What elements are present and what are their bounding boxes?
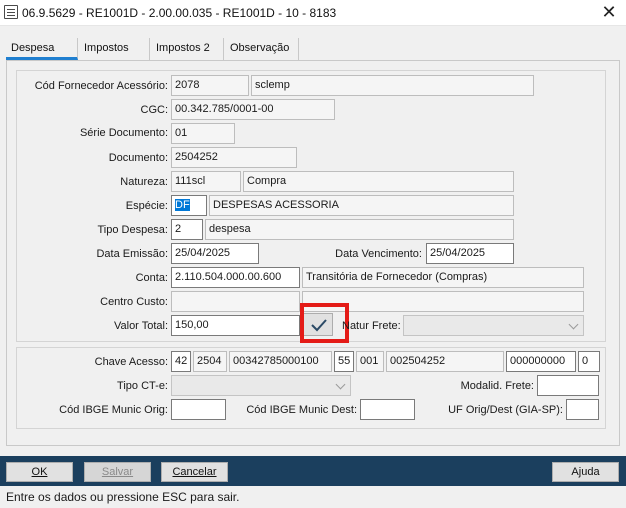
conta-desc-field[interactable]: Transitória de Fornecedor (Compras): [302, 267, 584, 288]
valor-total-label: Valor Total:: [113, 320, 168, 332]
especie-label: Espécie:: [125, 200, 168, 212]
modalid-frete-field[interactable]: [537, 375, 599, 396]
title-bar: 06.9.5629 - RE1001D - 2.00.00.035 - RE10…: [0, 0, 626, 26]
uf-orig-dest-field[interactable]: [566, 399, 599, 420]
natureza-code-field[interactable]: 111scl: [171, 171, 241, 192]
especie-desc-field[interactable]: DESPESAS ACESSORIA: [209, 195, 514, 216]
tab-label: Impostos: [84, 42, 129, 54]
chave-part-numero[interactable]: 002504252: [386, 351, 504, 372]
centro-custo-desc-field[interactable]: [302, 291, 584, 312]
ajuda-button-label: Ajuda: [571, 466, 600, 478]
ajuda-button[interactable]: Ajuda: [552, 462, 619, 482]
serie-label: Série Documento:: [79, 127, 168, 139]
tipo-cte-select[interactable]: [171, 375, 351, 396]
centro-custo-label: Centro Custo:: [100, 296, 168, 308]
chave-part-cnpj[interactable]: 00342785000100: [229, 351, 332, 372]
ibge-orig-field[interactable]: [171, 399, 226, 420]
salvar-button-label: Salvar: [101, 466, 134, 478]
especie-code-field[interactable]: DF: [171, 195, 207, 216]
chave-part-dv[interactable]: 0: [578, 351, 600, 372]
modalid-frete-label: Modalid. Frete:: [460, 380, 534, 392]
natur-frete-select[interactable]: [403, 315, 584, 336]
cgc-label: CGC:: [140, 104, 169, 116]
chave-part-aamm[interactable]: 2504: [193, 351, 227, 372]
natureza-label: Natureza:: [120, 176, 168, 188]
tipo-despesa-label: Tipo Despesa:: [97, 224, 168, 236]
close-icon[interactable]: ✕: [598, 2, 620, 22]
chave-acesso-label: Chave Acesso:: [94, 356, 168, 368]
fornecedor-name-field[interactable]: sclemp: [251, 75, 534, 96]
tab-observacao[interactable]: Observação: [225, 38, 299, 60]
tab-impostos[interactable]: Impostos: [79, 38, 150, 60]
tipo-despesa-code-field[interactable]: 2: [171, 219, 203, 240]
chave-part-codigo[interactable]: 000000000: [506, 351, 576, 372]
status-bar: Entre os dados ou pressione ESC para sai…: [0, 487, 626, 508]
tab-despesa[interactable]: Despesa: [6, 38, 78, 60]
status-text: Entre os dados ou pressione ESC para sai…: [6, 490, 240, 504]
tab-label: Observação: [230, 42, 290, 54]
fornecedor-label: Cód Fornecedor Acessório:: [34, 80, 168, 92]
data-emissao-field[interactable]: 25/04/2025: [171, 243, 259, 264]
tab-label: Impostos 2: [156, 42, 210, 54]
tab-impostos-2[interactable]: Impostos 2: [151, 38, 224, 60]
check-icon: [311, 319, 327, 332]
ok-button[interactable]: OK: [6, 462, 73, 482]
tipo-despesa-desc-field[interactable]: despesa: [205, 219, 514, 240]
documento-field[interactable]: 2504252: [171, 147, 297, 168]
app-window-icon: [4, 5, 18, 19]
ok-button-label: OK: [31, 466, 48, 478]
conta-code-field[interactable]: 2.110.504.000.00.600: [171, 267, 300, 288]
chevron-down-icon: [568, 319, 579, 330]
cancelar-button[interactable]: Cancelar: [161, 462, 228, 482]
natur-frete-label: Natur Frete:: [342, 320, 401, 332]
salvar-button[interactable]: Salvar: [84, 462, 151, 482]
cgc-field[interactable]: 00.342.785/0001-00: [171, 99, 335, 120]
data-vencimento-label: Data Vencimento:: [335, 248, 422, 260]
confirm-button[interactable]: [303, 313, 333, 336]
tipo-cte-label: Tipo CT-e:: [117, 380, 168, 392]
documento-label: Documento:: [108, 152, 168, 164]
window-title: 06.9.5629 - RE1001D - 2.00.00.035 - RE10…: [22, 6, 337, 20]
uf-orig-dest-label: UF Orig/Dest (GIA-SP):: [448, 404, 563, 416]
data-emissao-label: Data Emissão:: [96, 248, 168, 260]
chave-part-serie[interactable]: 001: [356, 351, 384, 372]
ibge-dest-label: Cód IBGE Munic Dest:: [246, 404, 357, 416]
valor-total-field[interactable]: 150,00: [171, 315, 300, 336]
especie-code-value: DF: [175, 199, 190, 211]
chave-part-uf[interactable]: 42: [171, 351, 191, 372]
chave-part-modelo[interactable]: 55: [334, 351, 354, 372]
cancelar-button-label: Cancelar: [172, 466, 217, 478]
button-bar: OK Salvar Cancelar Ajuda: [0, 456, 626, 486]
data-vencimento-field[interactable]: 25/04/2025: [426, 243, 514, 264]
centro-custo-code-field[interactable]: [171, 291, 300, 312]
fornecedor-code-field[interactable]: 2078: [171, 75, 249, 96]
ibge-dest-field[interactable]: [360, 399, 415, 420]
serie-field[interactable]: 01: [171, 123, 235, 144]
chevron-down-icon: [335, 379, 346, 390]
conta-label: Conta:: [135, 272, 168, 284]
tab-label: Despesa: [11, 42, 55, 54]
natureza-desc-field[interactable]: Compra: [243, 171, 514, 192]
ibge-orig-label: Cód IBGE Munic Orig:: [59, 404, 168, 416]
